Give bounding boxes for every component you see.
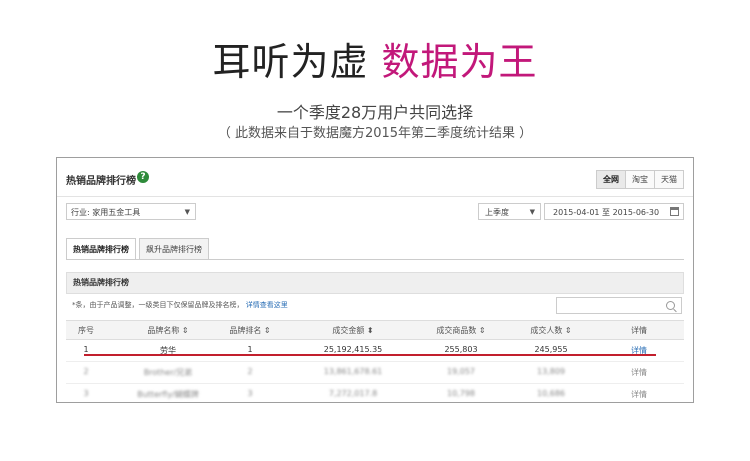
row-rank: 2 bbox=[247, 367, 253, 376]
col-brand[interactable]: 品牌名称 ⇕ bbox=[124, 325, 212, 336]
period-select[interactable]: 上季度 ▼ bbox=[478, 203, 541, 220]
panel-title: 热销品牌排行榜 bbox=[66, 176, 136, 187]
row-rank: 1 bbox=[247, 345, 253, 354]
col-index: 序号 bbox=[78, 326, 94, 335]
notice-text: *条，由于产品调整，一级类目下仅保留品牌及排名榜， bbox=[72, 301, 244, 309]
headline: 耳听为虚 数据为王 bbox=[0, 38, 750, 86]
period-label: 上季度 bbox=[485, 208, 509, 217]
rank-tabs: 热销品牌排行榜 飙升品牌排行榜 bbox=[66, 238, 212, 260]
col-rank[interactable]: 品牌排名 ⇕ bbox=[214, 325, 286, 336]
col-items[interactable]: 成交商品数 ⇕ bbox=[416, 325, 506, 336]
notice-link[interactable]: 详情查看这里 bbox=[246, 301, 288, 309]
tab-underline bbox=[66, 259, 684, 260]
divider bbox=[57, 196, 693, 197]
industry-select[interactable]: 行业: 家用五金工具 ▼ bbox=[66, 203, 196, 220]
row-index: 3 bbox=[83, 389, 89, 398]
scope-tab-tmall[interactable]: 天猫 bbox=[654, 170, 684, 189]
headline-part2: 数据为王 bbox=[381, 40, 538, 84]
chevron-down-icon: ▼ bbox=[529, 208, 535, 216]
row-detail-link[interactable]: 详情 bbox=[614, 367, 664, 378]
col-buyers[interactable]: 成交人数 ⇕ bbox=[506, 325, 596, 336]
section-title: 热销品牌排行榜 bbox=[66, 272, 684, 294]
row-buyers: 13,809 bbox=[537, 367, 565, 376]
row-buyers: 10,686 bbox=[537, 389, 565, 398]
row-items: 10,798 bbox=[447, 389, 475, 398]
row-buyers: 245,955 bbox=[534, 345, 568, 354]
table-row: 2 Brother/兄弟 2 13,861,678.61 19,057 13,8… bbox=[66, 361, 684, 384]
row-index: 1 bbox=[83, 345, 89, 354]
row-items: 255,803 bbox=[444, 345, 478, 354]
calendar-icon[interactable] bbox=[670, 207, 679, 216]
table-header: 序号 品牌名称 ⇕ 品牌排名 ⇕ 成交金额 ⬍ 成交商品数 ⇕ 成交人数 ⇕ 详… bbox=[66, 320, 684, 340]
row-index: 2 bbox=[83, 367, 89, 376]
date-range-label: 2015-04-01 至 2015-06-30 bbox=[553, 208, 660, 217]
row-amount: 13,861,678.61 bbox=[323, 367, 383, 376]
scope-tab-taobao[interactable]: 淘宝 bbox=[625, 170, 655, 189]
table-search-input[interactable] bbox=[556, 297, 682, 314]
col-detail: 详情 bbox=[631, 326, 647, 335]
table-row: 3 Butterfly/蝴蝶牌 3 7,272,017.8 10,798 10,… bbox=[66, 383, 684, 402]
col-amount[interactable]: 成交金额 ⬍ bbox=[298, 325, 408, 336]
search-icon[interactable] bbox=[666, 301, 675, 310]
question-icon[interactable]: ? bbox=[137, 171, 149, 183]
subtitle: 一个季度28万用户共同选择 bbox=[276, 103, 474, 122]
highlight-underline bbox=[84, 354, 656, 356]
row-amount: 25,192,415.35 bbox=[323, 345, 383, 354]
source-note: （ 此数据来自于数据魔方2015年第二季度统计结果 ） bbox=[217, 126, 533, 141]
tab-hot-brands[interactable]: 热销品牌排行榜 bbox=[66, 238, 136, 260]
ranking-panel: 热销品牌排行榜 ? 全网 淘宝 天猫 行业: 家用五金工具 ▼ 上季度 ▼ 20… bbox=[56, 157, 694, 403]
row-brand: Butterfly/蝴蝶牌 bbox=[137, 390, 199, 399]
scope-tab-all[interactable]: 全网 bbox=[596, 170, 626, 189]
row-brand: Brother/兄弟 bbox=[143, 368, 193, 377]
row-rank: 3 bbox=[247, 389, 253, 398]
scope-tabs: 全网 淘宝 天猫 bbox=[596, 170, 684, 189]
row-detail-link[interactable]: 详情 bbox=[614, 389, 664, 400]
chevron-down-icon: ▼ bbox=[184, 208, 190, 216]
table-row: 1 劳华 1 25,192,415.35 255,803 245,955 详情 bbox=[66, 339, 684, 362]
notice: *条，由于产品调整，一级类目下仅保留品牌及排名榜， 详情查看这里 bbox=[72, 300, 288, 310]
industry-label: 行业: 家用五金工具 bbox=[71, 208, 141, 217]
date-range-picker[interactable]: 2015-04-01 至 2015-06-30 bbox=[544, 203, 684, 220]
tab-rising-brands[interactable]: 飙升品牌排行榜 bbox=[139, 238, 209, 260]
headline-part1: 耳听为虚 bbox=[212, 40, 369, 84]
row-items: 19,057 bbox=[447, 367, 475, 376]
row-amount: 7,272,017.8 bbox=[328, 389, 378, 398]
